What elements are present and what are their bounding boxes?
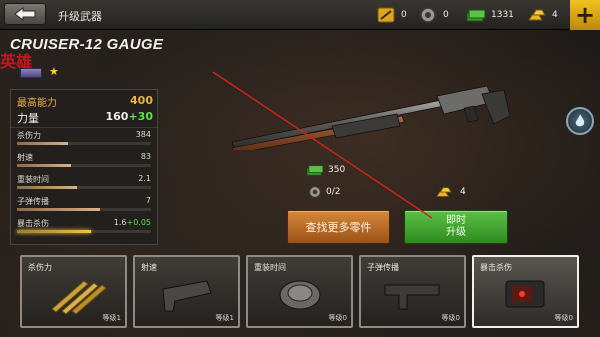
resource-gold-sack: 0 <box>376 4 407 26</box>
stat-base-value: 1.6 <box>113 218 127 227</box>
stat-bar-track <box>17 164 151 167</box>
stat-label: 子弹传播 <box>17 197 49 206</box>
instant-upgrade-label-1: 即时 <box>446 215 466 226</box>
stats-header: 最高能力 400 力量 160+30 <box>11 90 157 128</box>
gold-cost-value: 4 <box>460 187 466 197</box>
stat-value: 83 <box>141 152 151 161</box>
resource-cash-value: 1331 <box>491 10 514 20</box>
stat-value: 384 <box>136 130 151 139</box>
gold-bars-icon <box>436 187 452 197</box>
part-card-damage[interactable]: 杀伤力 等级1 <box>20 255 127 328</box>
flame-icon <box>575 114 585 127</box>
stat-bar-track <box>17 208 151 211</box>
gear-part-icon <box>308 185 322 199</box>
stat-bar-track <box>17 142 151 145</box>
bullets-icon <box>51 280 107 315</box>
back-button[interactable] <box>4 3 46 25</box>
drum-magazine-icon <box>279 280 321 310</box>
top-bar: 升级武器 0 0 1331 4 + <box>0 0 600 30</box>
power-value: 160+30 <box>106 110 154 126</box>
stat-label: 杀伤力 <box>17 131 41 140</box>
part-level: 等级1 <box>102 314 121 322</box>
parts-cost-value: 0/2 <box>326 187 341 197</box>
barrel-part-icon <box>384 284 440 310</box>
rank-badge <box>20 68 42 78</box>
stat-bar-track <box>17 230 151 233</box>
cash-stack-icon <box>306 165 324 176</box>
stat-row: 重装时间 2.1 <box>17 174 151 194</box>
stat-label: 射速 <box>17 153 33 162</box>
resource-parts-value: 0 <box>443 10 449 20</box>
stat-bar-fill <box>17 142 68 145</box>
stat-row: 子弹传播 7 <box>17 196 151 216</box>
skill-ability-button[interactable] <box>566 107 594 135</box>
resource-gold-sack-value: 0 <box>401 10 407 20</box>
part-level: 等级0 <box>441 314 460 322</box>
stat-row: 射速 83 <box>17 152 151 172</box>
stat-value: 2.1 <box>138 174 151 183</box>
parts-row: 杀伤力 等级1 射速 等级1 重装时间 等级0 子弹传播 等级0 暴击杀伤 等级… <box>20 255 580 328</box>
add-currency-button[interactable]: + <box>570 0 600 30</box>
gold-bars-icon <box>527 6 547 24</box>
stat-value: 1.6+0.05 <box>114 218 151 227</box>
stat-base-value: 83 <box>140 152 151 161</box>
weapon-name: CRUISER-12 GAUGE <box>10 36 164 53</box>
red-dot-sight-icon <box>505 280 545 308</box>
gold-bar-sack-icon <box>376 6 396 24</box>
cash-stack-icon <box>466 6 486 24</box>
resource-gold-value: 4 <box>552 10 558 20</box>
stat-base-value: 7 <box>145 196 151 205</box>
max-power-value: 400 <box>130 94 153 107</box>
instant-upgrade-button[interactable]: 即时 升级 <box>404 210 508 244</box>
cash-cost-value: 350 <box>328 165 346 175</box>
max-power-label: 最高能力 <box>17 98 57 109</box>
cash-cost: 350 <box>306 163 345 177</box>
power-base: 160 <box>105 110 129 123</box>
stat-value: 7 <box>146 196 151 205</box>
stat-bar-fill <box>17 230 91 233</box>
power-label: 力量 <box>17 112 39 125</box>
resource-parts: 0 <box>418 4 449 26</box>
resource-cash: 1331 <box>466 4 514 26</box>
gold-cost: 4 <box>434 185 466 199</box>
stat-base-value: 384 <box>135 130 151 139</box>
stat-row: 暴击杀伤 1.6+0.05 <box>17 218 151 238</box>
parts-cost: 0/2 <box>308 185 340 199</box>
stat-label: 暴击杀伤 <box>17 219 49 228</box>
star-icon: ★ <box>49 65 59 78</box>
shotgun-image <box>231 85 511 150</box>
part-card-bullet-spread[interactable]: 子弹传播 等级0 <box>359 255 466 328</box>
part-level: 等级0 <box>328 314 347 322</box>
page-title: 升级武器 <box>58 10 102 23</box>
find-more-parts-button[interactable]: 查找更多零件 <box>287 210 390 244</box>
stat-bonus-value: +0.05 <box>126 218 151 227</box>
back-arrow-icon <box>14 7 36 21</box>
stat-label: 重装时间 <box>17 175 49 184</box>
stat-bar-fill <box>17 164 71 167</box>
part-card-fire-rate[interactable]: 射速 等级1 <box>133 255 240 328</box>
stat-bar-track <box>17 186 151 189</box>
part-card-reload-time[interactable]: 重装时间 等级0 <box>246 255 353 328</box>
stats-panel: 最高能力 400 力量 160+30 杀伤力 384 射速 83 重装时间 2.1 子弹传播… <box>10 89 158 245</box>
resource-gold: 4 <box>527 4 558 26</box>
stat-bar-fill <box>17 186 78 189</box>
gear-part-icon <box>418 6 438 24</box>
part-card-critical-damage[interactable]: 暴击杀伤 等级0 <box>472 255 579 328</box>
stat-bar-fill <box>17 208 101 211</box>
part-level: 等级0 <box>554 314 573 322</box>
stat-row: 杀伤力 384 <box>17 130 151 150</box>
stat-base-value: 2.1 <box>138 174 151 183</box>
power-bonus: +30 <box>128 110 153 123</box>
receiver-part-icon <box>162 280 212 312</box>
part-level: 等级1 <box>215 314 234 322</box>
instant-upgrade-label-2: 升级 <box>446 227 466 238</box>
